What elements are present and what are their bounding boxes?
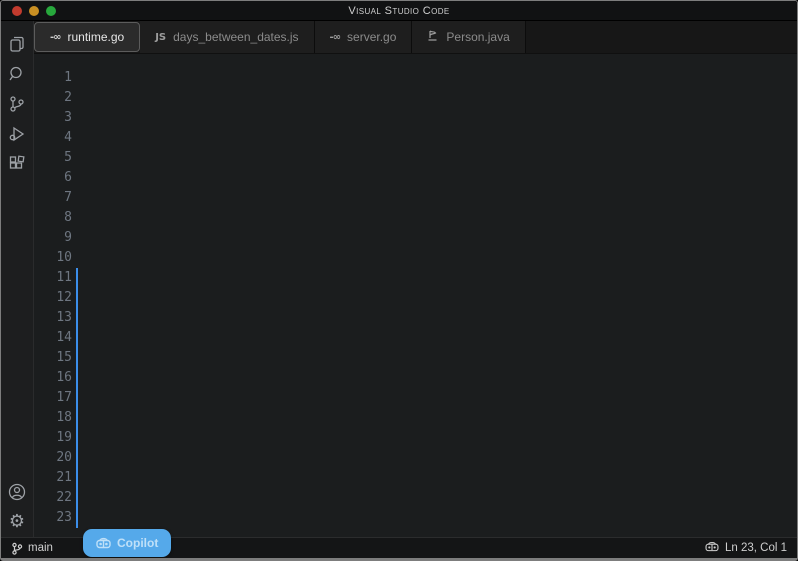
- tab-label: Person.java: [446, 30, 509, 44]
- code-line[interactable]: 7: [34, 188, 797, 208]
- source-control-icon[interactable]: [3, 89, 31, 119]
- line-number: 10: [34, 248, 78, 268]
- code-line[interactable]: 15: [34, 348, 797, 368]
- line-number: 3: [34, 108, 78, 128]
- copilot-button[interactable]: Copilot: [83, 529, 171, 557]
- line-number: 8: [34, 208, 78, 228]
- line-number: 19: [34, 428, 78, 448]
- tab-server-go[interactable]: -∞ server.go: [315, 21, 413, 53]
- code-line[interactable]: 23: [34, 508, 797, 528]
- tab-label: days_between_dates.js: [173, 30, 298, 44]
- search-icon[interactable]: [3, 59, 31, 89]
- tab-days-between-dates-js[interactable]: JS days_between_dates.js: [140, 21, 314, 53]
- code-line[interactable]: 4: [34, 128, 797, 148]
- copilot-icon: [96, 537, 111, 549]
- code-line[interactable]: 12: [34, 288, 797, 308]
- js-file-icon: JS: [155, 32, 166, 43]
- line-number: 21: [34, 468, 78, 488]
- code-line[interactable]: 22: [34, 488, 797, 508]
- line-number: 20: [34, 448, 78, 468]
- line-number: 7: [34, 188, 78, 208]
- tab-person-java[interactable]: Person.java: [412, 21, 525, 53]
- code-line[interactable]: 6: [34, 168, 797, 188]
- code-line[interactable]: 2: [34, 88, 797, 108]
- copilot-status-icon[interactable]: [705, 541, 719, 555]
- line-number: 2: [34, 88, 78, 108]
- line-number: 11: [34, 268, 78, 288]
- code-line[interactable]: 9: [34, 228, 797, 248]
- line-number: 5: [34, 148, 78, 168]
- branch-indicator[interactable]: main: [11, 542, 53, 555]
- title-bar: Visual Studio Code: [1, 1, 797, 21]
- code-line[interactable]: 13: [34, 308, 797, 328]
- line-number: 4: [34, 128, 78, 148]
- go-file-icon: -∞: [330, 32, 340, 43]
- code-line[interactable]: 3: [34, 108, 797, 128]
- activity-bar: ⚙: [1, 21, 34, 537]
- line-number: 9: [34, 228, 78, 248]
- line-number: 1: [34, 68, 78, 88]
- code-line[interactable]: 10: [34, 248, 797, 268]
- code-line[interactable]: 17: [34, 388, 797, 408]
- code-line[interactable]: 19: [34, 428, 797, 448]
- code-line[interactable]: 8: [34, 208, 797, 228]
- run-and-debug-icon[interactable]: [3, 119, 31, 149]
- code-line[interactable]: 18: [34, 408, 797, 428]
- window-title: Visual Studio Code: [1, 5, 797, 17]
- code-editor[interactable]: 1234567891011121314151617181920212223: [34, 54, 797, 537]
- code-line[interactable]: 14: [34, 328, 797, 348]
- line-number: 14: [34, 328, 78, 348]
- line-number: 15: [34, 348, 78, 368]
- explorer-icon[interactable]: [3, 29, 31, 59]
- code-line[interactable]: 5: [34, 148, 797, 168]
- git-branch-icon: [11, 542, 23, 555]
- vscode-window: Visual Studio Code ⚙: [0, 0, 798, 561]
- branch-name: main: [28, 542, 53, 554]
- cursor-position-indicator[interactable]: Ln 23, Col 1: [725, 542, 787, 554]
- tab-label: runtime.go: [67, 30, 124, 44]
- line-number: 22: [34, 488, 78, 508]
- line-number: 12: [34, 288, 78, 308]
- line-number: 17: [34, 388, 78, 408]
- tab-bar: -∞ runtime.go JS days_between_dates.js -…: [34, 21, 797, 54]
- line-number: 6: [34, 168, 78, 188]
- code-line[interactable]: 20: [34, 448, 797, 468]
- code-line[interactable]: 21: [34, 468, 797, 488]
- code-line[interactable]: 1: [34, 68, 797, 88]
- line-number: 16: [34, 368, 78, 388]
- active-bracket-guide: [76, 268, 78, 528]
- tab-runtime-go[interactable]: -∞ runtime.go: [34, 22, 140, 52]
- go-file-icon: -∞: [50, 32, 60, 43]
- code-line[interactable]: 11: [34, 268, 797, 288]
- code-line[interactable]: 16: [34, 368, 797, 388]
- copilot-label: Copilot: [117, 536, 158, 550]
- java-file-icon: [427, 29, 439, 45]
- line-number: 13: [34, 308, 78, 328]
- settings-gear-icon[interactable]: ⚙: [3, 507, 31, 537]
- extensions-icon[interactable]: [3, 149, 31, 179]
- line-number: 23: [34, 508, 78, 528]
- line-number: 18: [34, 408, 78, 428]
- accounts-icon[interactable]: [3, 477, 31, 507]
- tab-label: server.go: [347, 30, 396, 44]
